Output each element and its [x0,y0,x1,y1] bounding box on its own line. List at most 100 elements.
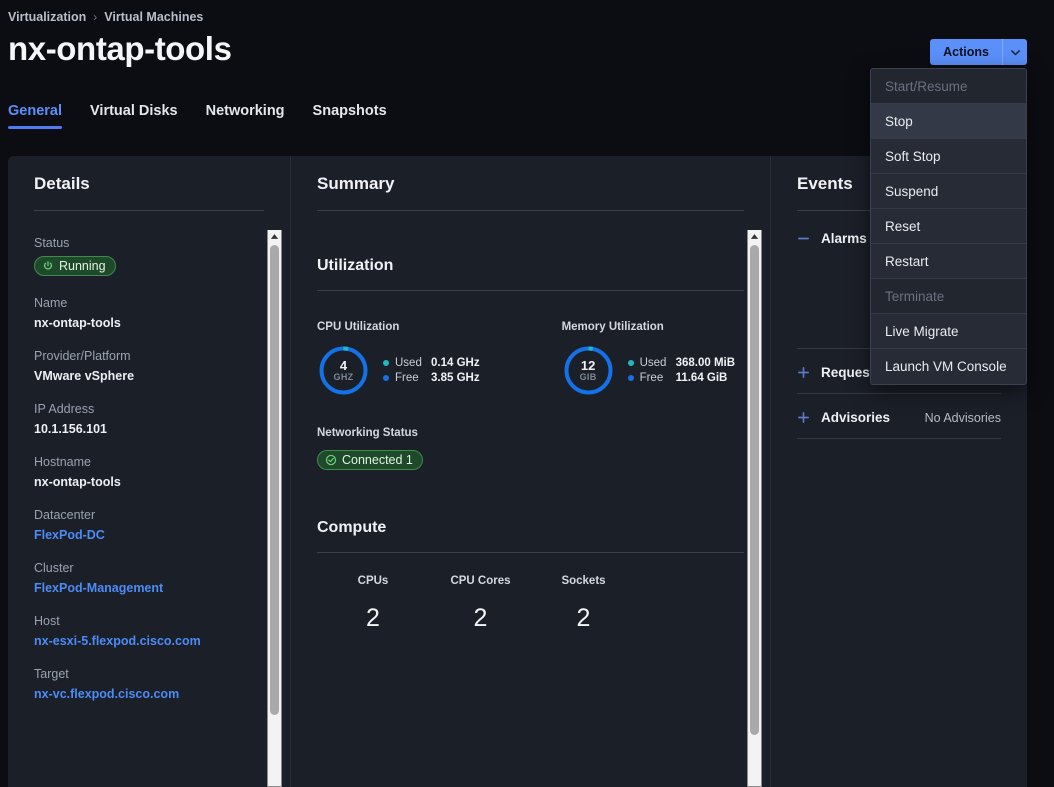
networking-status-value: Connected 1 [342,453,413,467]
breadcrumb-root[interactable]: Virtualization [8,10,86,24]
utilization-row: CPU Utilization 4 GHZ Used 0.14 GHz Free… [317,321,744,397]
tab-general[interactable]: General [8,103,62,129]
cpu-used-label: Used [395,357,422,369]
memory-free-value: 11.64 GiB [675,372,728,384]
detail-label-name: Name [34,296,68,310]
requests-expand-toggle[interactable] [797,366,810,379]
detail-value-name: nx-ontap-tools [34,316,121,330]
actions-dropdown-toggle[interactable] [1002,39,1027,65]
tab-networking[interactable]: Networking [206,103,285,129]
compute-cell-cpu-cores: CPU Cores 2 [429,575,532,633]
tab-bar: General Virtual Disks Networking Snapsho… [8,103,387,129]
networking-status-block: Networking Status Connected 1 [317,427,744,471]
detail-value-provider-platform: VMware vSphere [34,369,135,383]
caret-up-icon [270,234,279,239]
virtualization-vm-detail-page: Virtualization › Virtual Machines nx-ont… [0,0,1054,787]
actions-button[interactable]: Actions [930,39,1002,65]
networking-status-label: Networking Status [317,427,418,439]
networking-status-badge: Connected 1 [317,450,423,470]
cpu-free-label: Free [395,372,419,384]
detail-value-host[interactable]: nx-esxi-5.flexpod.cisco.com [34,634,264,648]
memory-donut-total: 12 [580,357,596,373]
detail-field-host: Host nx-esxi-5.flexpod.cisco.com [34,614,264,648]
requests-section-divider [797,393,1001,394]
detail-field-datacenter: Datacenter FlexPod-DC [34,508,264,542]
detail-label-hostname: Hostname [34,455,91,469]
detail-field-hostname: Hostname nx-ontap-tools [34,455,264,489]
breadcrumb-separator-icon: › [93,10,98,24]
compute-cell-cpus: CPUs 2 [317,575,429,633]
actions-dropdown-menu: Start/Resume Stop Soft Stop Suspend Rese… [870,68,1027,385]
details-scrollbar[interactable] [267,230,282,787]
utilization-divider [317,290,744,291]
detail-label-provider-platform: Provider/Platform [34,349,131,363]
details-scrollbar-up-button[interactable] [268,230,281,243]
breadcrumb-current[interactable]: Virtual Machines [104,10,203,24]
cpu-donut-total: 4 [339,357,348,373]
memory-free-label: Free [639,372,664,384]
minus-icon [798,237,809,240]
detail-field-name: Name nx-ontap-tools [34,296,264,330]
cpu-utilization-label: CPU Utilization [317,321,400,333]
menu-item-launch-vm-console[interactable]: Launch VM Console [871,349,1026,384]
memory-legend: Used 368.00 MiB Free 11.64 GiB [627,357,735,384]
detail-field-target: Target nx-vc.flexpod.cisco.com [34,667,264,701]
details-divider [34,210,264,211]
memory-utilization-label: Memory Utilization [561,321,664,333]
advisories-expand-toggle[interactable] [797,411,810,424]
cpu-donut-unit: GHZ [333,371,354,382]
detail-value-cluster[interactable]: FlexPod-Management [34,581,264,595]
memory-used-dot-icon [627,360,634,366]
cpu-legend-free: Free 3.85 GHz [383,372,480,384]
caret-up-icon [750,234,759,239]
breadcrumb: Virtualization › Virtual Machines [8,10,203,24]
tab-virtual-disks[interactable]: Virtual Disks [90,103,178,129]
alarms-collapse-toggle[interactable] [797,232,810,245]
compute-label-cpus: CPUs [357,575,389,587]
detail-field-cluster: Cluster FlexPod-Management [34,561,264,595]
compute-value-sockets: 2 [576,604,591,632]
detail-value-datacenter[interactable]: FlexPod-DC [34,528,264,542]
summary-scrollbar-up-button[interactable] [748,230,761,243]
cpu-legend-used: Used 0.14 GHz [383,357,480,369]
compute-label-sockets: Sockets [561,575,606,587]
advisories-label: Advisories [821,410,891,425]
alarms-label: Alarms [821,231,867,246]
events-group-advisories[interactable]: Advisories No Advisories [797,410,1001,425]
menu-item-soft-stop[interactable]: Soft Stop [871,139,1026,174]
compute-title: Compute [317,519,387,536]
compute-label-cpu-cores: CPU Cores [450,575,511,587]
menu-item-live-migrate[interactable]: Live Migrate [871,314,1026,349]
details-title: Details [34,174,90,193]
detail-value-target[interactable]: nx-vc.flexpod.cisco.com [34,687,264,701]
memory-used-label: Used [639,357,667,369]
tab-snapshots[interactable]: Snapshots [313,103,387,129]
menu-item-reset[interactable]: Reset [871,209,1026,244]
actions-button-group: Actions [930,39,1027,65]
menu-item-restart[interactable]: Restart [871,244,1026,279]
check-circle-icon [325,454,337,466]
advisories-section-divider [797,438,1001,439]
menu-item-terminate: Terminate [871,279,1026,314]
compute-divider [317,552,744,553]
detail-field-provider-platform: Provider/Platform VMware vSphere [34,349,264,383]
cpu-utilization-donut: 4 GHZ [317,344,370,397]
menu-item-start-resume: Start/Resume [871,69,1026,104]
summary-scrollbar[interactable] [747,230,762,787]
summary-scrollbar-thumb[interactable] [750,245,759,735]
cpu-free-value: 3.85 GHz [431,372,480,384]
cpu-used-value: 0.14 GHz [431,357,480,369]
compute-value-cpu-cores: 2 [473,604,488,632]
summary-divider [317,210,744,211]
detail-value-hostname: nx-ontap-tools [34,475,121,489]
chevron-down-icon [1010,49,1020,55]
cpu-used-dot-icon [383,360,389,366]
details-scrollbar-thumb[interactable] [270,245,279,715]
menu-item-suspend[interactable]: Suspend [871,174,1026,209]
status-badge-label: Running [59,259,106,273]
detail-label-cluster: Cluster [34,561,74,575]
detail-label-datacenter: Datacenter [34,508,96,522]
summary-panel: Summary Utilization CPU Utilization 4 GH… [290,156,770,787]
menu-item-stop[interactable]: Stop [871,104,1026,139]
plus-icon [798,367,809,378]
